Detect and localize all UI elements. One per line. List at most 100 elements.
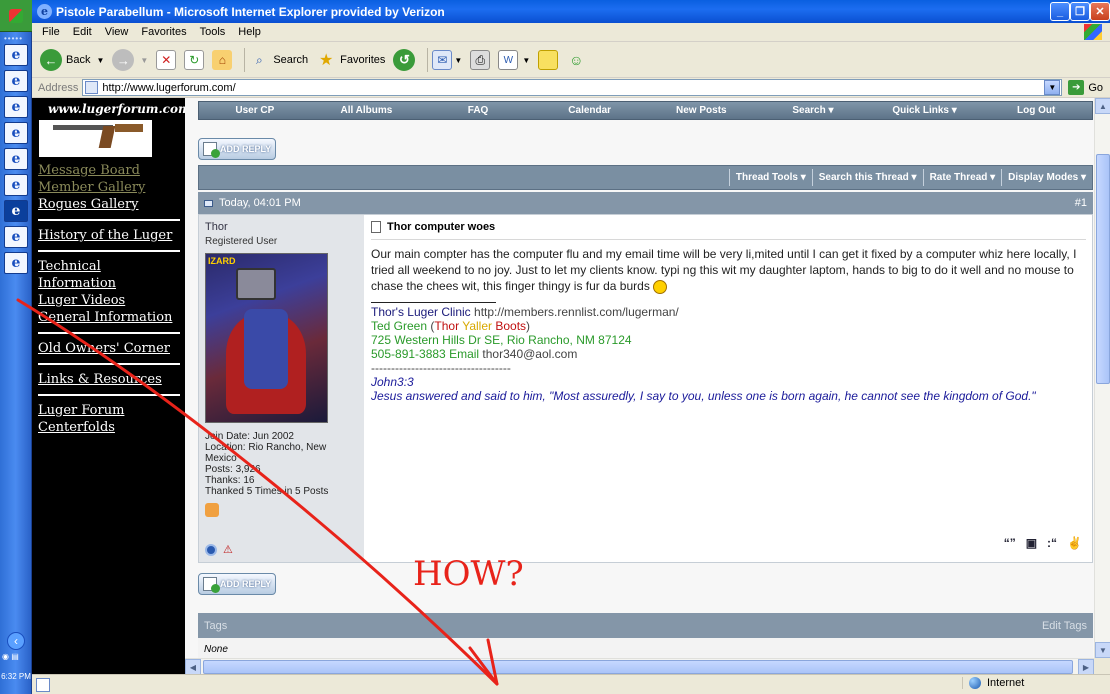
sig-nick-boots: Boots	[495, 319, 527, 333]
security-zone[interactable]: Internet	[962, 677, 1092, 689]
ie-launch-icon[interactable]: e	[4, 252, 28, 274]
sig-email[interactable]: thor340@aol.com	[482, 347, 577, 361]
menu-view[interactable]: View	[105, 26, 129, 38]
minimize-button[interactable]: _	[1050, 2, 1070, 21]
messenger-button[interactable]: ☺	[566, 46, 586, 74]
nav-log-out[interactable]: Log Out	[980, 105, 1092, 116]
globe-icon	[969, 677, 981, 689]
nav-new-posts[interactable]: New Posts	[646, 105, 758, 116]
thread-tools-menu[interactable]: Thread Tools ▾	[728, 169, 812, 186]
username[interactable]: Thor	[205, 221, 358, 233]
multi-quote-icon[interactable]: “”	[1004, 536, 1016, 550]
sig-nick-yaller: Yaller	[462, 319, 492, 333]
add-reply-button[interactable]: ADD REPLY	[198, 573, 276, 595]
quick-reply-icon[interactable]: :“	[1047, 536, 1057, 550]
collapse-arrow-icon[interactable]: ‹	[7, 632, 25, 650]
nav-link-general-information[interactable]: General Information	[38, 309, 180, 326]
scroll-thumb[interactable]	[203, 660, 1073, 674]
search-thread-menu[interactable]: Search this Thread ▾	[811, 169, 923, 186]
address-dropdown-button[interactable]: ▼	[1044, 80, 1061, 95]
horizontal-scrollbar[interactable]: ◀ ▶	[185, 658, 1094, 674]
nav-quick-links[interactable]: Quick Links ▾	[869, 105, 981, 116]
address-input[interactable]	[102, 80, 1043, 95]
nav-link-message-board[interactable]: Message Board	[38, 162, 180, 179]
menu-tools[interactable]: Tools	[200, 26, 226, 38]
page-icon	[85, 81, 99, 94]
nav-user-cp[interactable]: User CP	[199, 105, 311, 116]
nav-link-luger-forum[interactable]: Luger Forum	[38, 402, 180, 419]
tray-icons[interactable]: ◉ ▤	[2, 652, 30, 670]
luger-pistol-logo[interactable]	[39, 120, 152, 157]
scroll-thumb[interactable]	[1096, 154, 1110, 384]
history-button[interactable]: ↺	[393, 46, 416, 74]
mail-dropdown-icon[interactable]: ▼	[454, 56, 462, 65]
scroll-up-arrow-icon[interactable]: ▲	[1095, 98, 1110, 114]
nav-link-links-resources[interactable]: Links & Resources	[38, 371, 180, 388]
forward-dropdown-icon[interactable]: ▼	[140, 56, 148, 65]
nav-link-luger-videos[interactable]: Luger Videos	[38, 292, 180, 309]
menu-favorites[interactable]: Favorites	[141, 26, 186, 38]
post-status-icons: ⚠	[205, 544, 235, 556]
nav-link-history[interactable]: History of the Luger	[38, 227, 180, 244]
quote-icon[interactable]: ▣	[1026, 536, 1037, 550]
nav-link-old-owners-corner[interactable]: Old Owners' Corner	[38, 340, 180, 357]
edit-tags-link[interactable]: Edit Tags	[1042, 620, 1087, 632]
sig-clinic-url[interactable]: http://members.rennlist.com/lugerman/	[474, 305, 679, 319]
nav-search[interactable]: Search ▾	[757, 105, 869, 116]
rate-thread-menu[interactable]: Rate Thread ▾	[922, 169, 1002, 186]
nav-link-technical-information[interactable]: Technical Information	[38, 258, 180, 292]
favorites-button[interactable]: ★ Favorites	[316, 46, 385, 74]
menu-file[interactable]: File	[42, 26, 60, 38]
ie-launch-icon[interactable]: e	[4, 226, 28, 248]
edit-button[interactable]: W ▼	[498, 46, 530, 74]
go-arrow-icon: ➔	[1068, 80, 1085, 95]
grip-handle[interactable]: •••••	[4, 34, 23, 43]
post-title-text: Thor computer woes	[387, 221, 496, 233]
ie-launch-icon[interactable]: e	[4, 44, 28, 66]
printer-icon: ⎙	[470, 50, 491, 70]
back-button[interactable]: ← Back ▼	[40, 46, 104, 74]
menu-help[interactable]: Help	[238, 26, 261, 38]
ie-launch-icon[interactable]: e	[4, 148, 28, 170]
home-button[interactable]: ⌂	[212, 46, 233, 74]
edit-dropdown-icon[interactable]: ▼	[522, 56, 530, 65]
window-titlebar[interactable]: e Pistole Parabellum - Microsoft Interne…	[32, 0, 1110, 23]
stop-icon: ✕	[156, 50, 177, 70]
stop-button[interactable]: ✕	[156, 46, 177, 74]
report-icon[interactable]: ⚠	[223, 544, 235, 556]
post-number[interactable]: #1	[1075, 197, 1087, 209]
scroll-right-arrow-icon[interactable]: ▶	[1078, 659, 1094, 674]
window-title: Pistole Parabellum - Microsoft Internet …	[56, 4, 445, 19]
ie-launch-icon[interactable]: e	[4, 70, 28, 92]
refresh-button[interactable]: ↻	[184, 46, 205, 74]
maximize-button[interactable]: ❐	[1070, 2, 1090, 21]
sig-clinic[interactable]: Thor's Luger Clinic	[371, 305, 471, 319]
print-button[interactable]: ⎙	[470, 46, 491, 74]
forward-button[interactable]: → ▼	[112, 46, 148, 74]
menu-edit[interactable]: Edit	[73, 26, 92, 38]
mail-button[interactable]: ✉ ▼	[432, 46, 462, 74]
close-button[interactable]: ✕	[1090, 2, 1110, 21]
scroll-left-arrow-icon[interactable]: ◀	[185, 659, 201, 674]
address-box[interactable]: ▼	[82, 79, 1063, 96]
thanks-icon[interactable]: ✌	[1067, 536, 1082, 550]
ie-launch-icon[interactable]: e	[4, 174, 28, 196]
search-button[interactable]: ⌕ Search	[249, 46, 308, 74]
start-button[interactable]	[0, 0, 32, 32]
add-reply-button[interactable]: ADD REPLY	[198, 138, 276, 160]
display-modes-menu[interactable]: Display Modes ▾	[1001, 169, 1092, 186]
vertical-scrollbar[interactable]: ▲ ▼	[1094, 98, 1110, 658]
discuss-button[interactable]	[538, 46, 559, 74]
go-button[interactable]: ➔ Go	[1068, 80, 1103, 95]
ie-launch-icon[interactable]: e	[4, 122, 28, 144]
ie-launch-icon[interactable]: e	[4, 200, 28, 222]
nav-link-rogues-gallery[interactable]: Rogues Gallery	[38, 196, 180, 213]
nav-calendar[interactable]: Calendar	[534, 105, 646, 116]
nav-link-member-gallery[interactable]: Member Gallery	[38, 179, 180, 196]
back-dropdown-icon[interactable]: ▼	[96, 56, 104, 65]
nav-all-albums[interactable]: All Albums	[311, 105, 423, 116]
ie-launch-icon[interactable]: e	[4, 96, 28, 118]
nav-link-centerfolds[interactable]: Centerfolds	[38, 419, 180, 436]
scroll-down-arrow-icon[interactable]: ▼	[1095, 642, 1110, 658]
nav-faq[interactable]: FAQ	[422, 105, 534, 116]
